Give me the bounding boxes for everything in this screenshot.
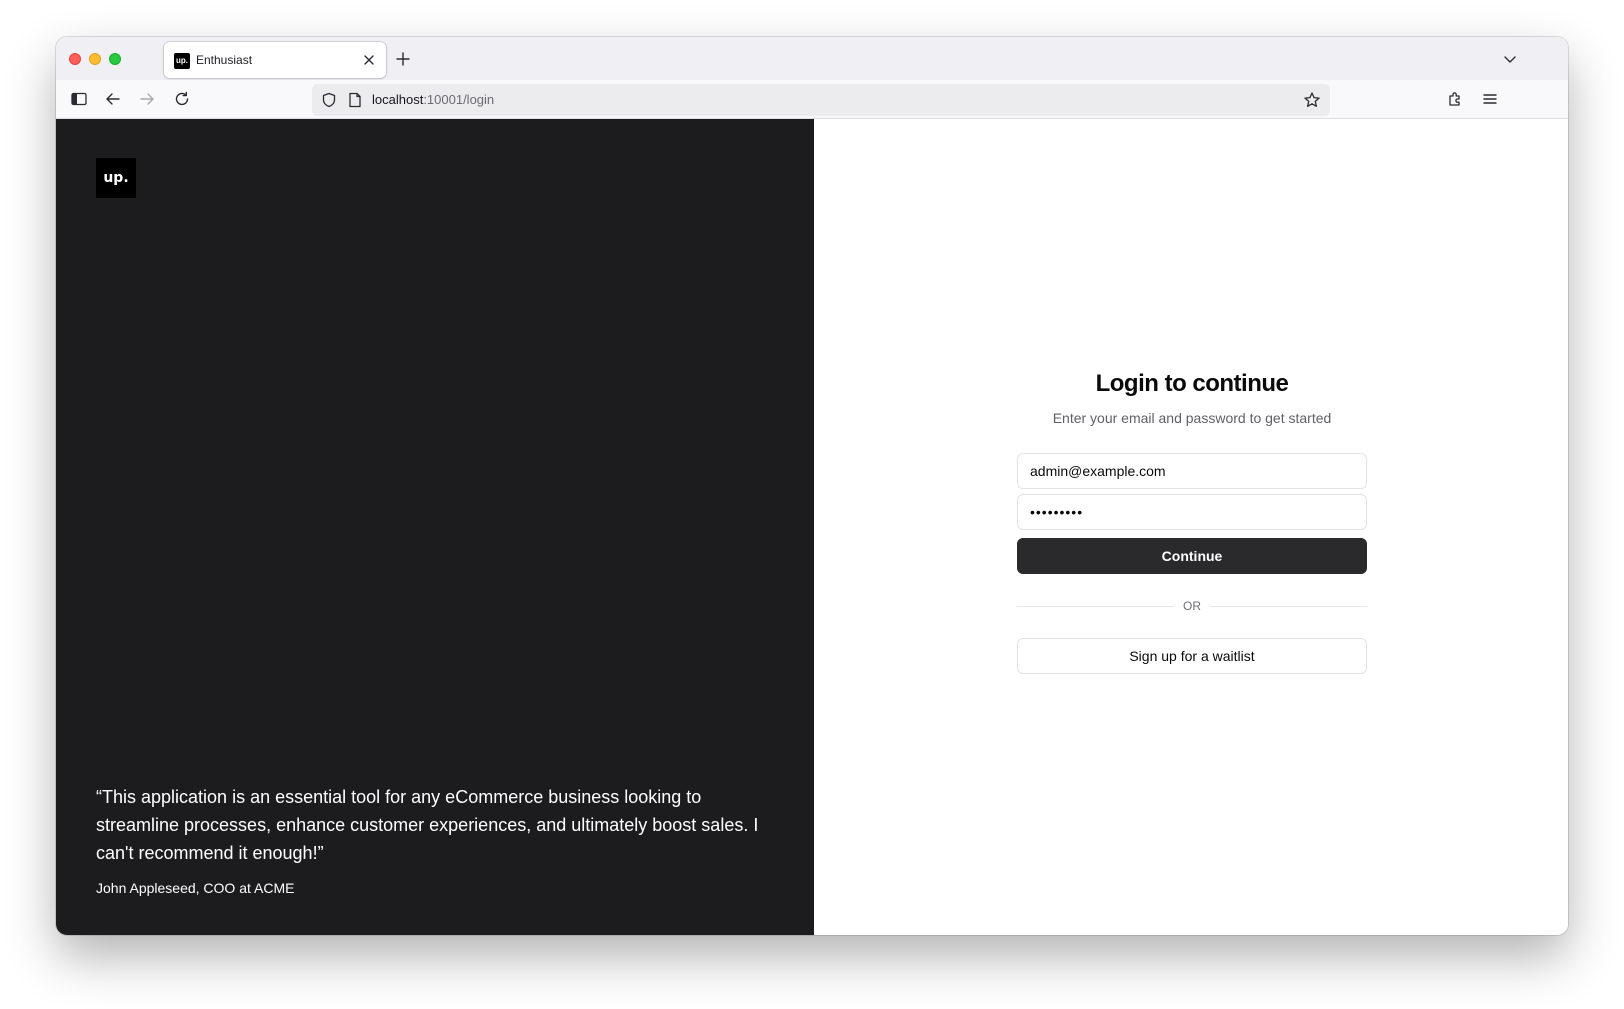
- shield-icon[interactable]: [321, 92, 337, 108]
- url-host: localhost: [372, 92, 424, 107]
- star-icon[interactable]: [1303, 91, 1321, 109]
- testimonial-panel: up. “This application is an essential to…: [56, 119, 814, 935]
- page-icon[interactable]: [348, 92, 362, 108]
- password-field[interactable]: •••••••••: [1017, 494, 1367, 530]
- close-tab-icon[interactable]: [362, 53, 376, 67]
- waitlist-signup-button[interactable]: Sign up for a waitlist: [1017, 638, 1367, 674]
- close-window-button[interactable]: [69, 53, 81, 65]
- tab-enthusiast[interactable]: up. Enthusiast: [164, 42, 386, 78]
- email-field[interactable]: admin@example.com: [1017, 453, 1367, 489]
- logo: up.: [96, 158, 136, 198]
- back-arrow-icon[interactable]: [104, 90, 122, 108]
- extensions-icon[interactable]: [1446, 90, 1464, 108]
- menu-icon[interactable]: [1481, 90, 1499, 108]
- testimonial-author: John Appleseed, COO at ACME: [96, 880, 295, 896]
- or-divider: OR: [1017, 596, 1367, 616]
- new-tab-icon[interactable]: [395, 51, 411, 67]
- browser-window: up. Enthusiast localhost:10001/login up.…: [56, 37, 1568, 935]
- page-subtitle: Enter your email and password to get sta…: [1052, 410, 1332, 426]
- favicon-icon: up.: [174, 53, 190, 69]
- page-title: Login to continue: [1095, 370, 1289, 397]
- testimonial-quote: “This application is an essential tool f…: [96, 787, 759, 863]
- minimize-window-button[interactable]: [89, 53, 101, 65]
- zoom-window-button[interactable]: [109, 53, 121, 65]
- address-bar[interactable]: localhost:10001/login: [312, 84, 1330, 116]
- divider-line-right: [1210, 606, 1367, 607]
- url-text[interactable]: localhost:10001/login: [372, 92, 494, 108]
- login-form: Login to continue Enter your email and p…: [1017, 369, 1367, 674]
- url-path: :10001/login: [423, 92, 495, 107]
- chevron-down-icon[interactable]: [1502, 51, 1518, 67]
- tab-strip: up. Enthusiast: [56, 37, 1568, 80]
- navigation-toolbar: localhost:10001/login: [56, 80, 1568, 119]
- page-content: up. “This application is an essential to…: [56, 119, 1568, 935]
- reload-icon[interactable]: [173, 90, 191, 108]
- forward-arrow-icon[interactable]: [138, 90, 156, 108]
- login-panel: Login to continue Enter your email and p…: [814, 119, 1568, 935]
- sidebar-icon[interactable]: [70, 90, 88, 108]
- continue-button[interactable]: Continue: [1017, 538, 1367, 574]
- tab-title: Enthusiast: [196, 53, 253, 67]
